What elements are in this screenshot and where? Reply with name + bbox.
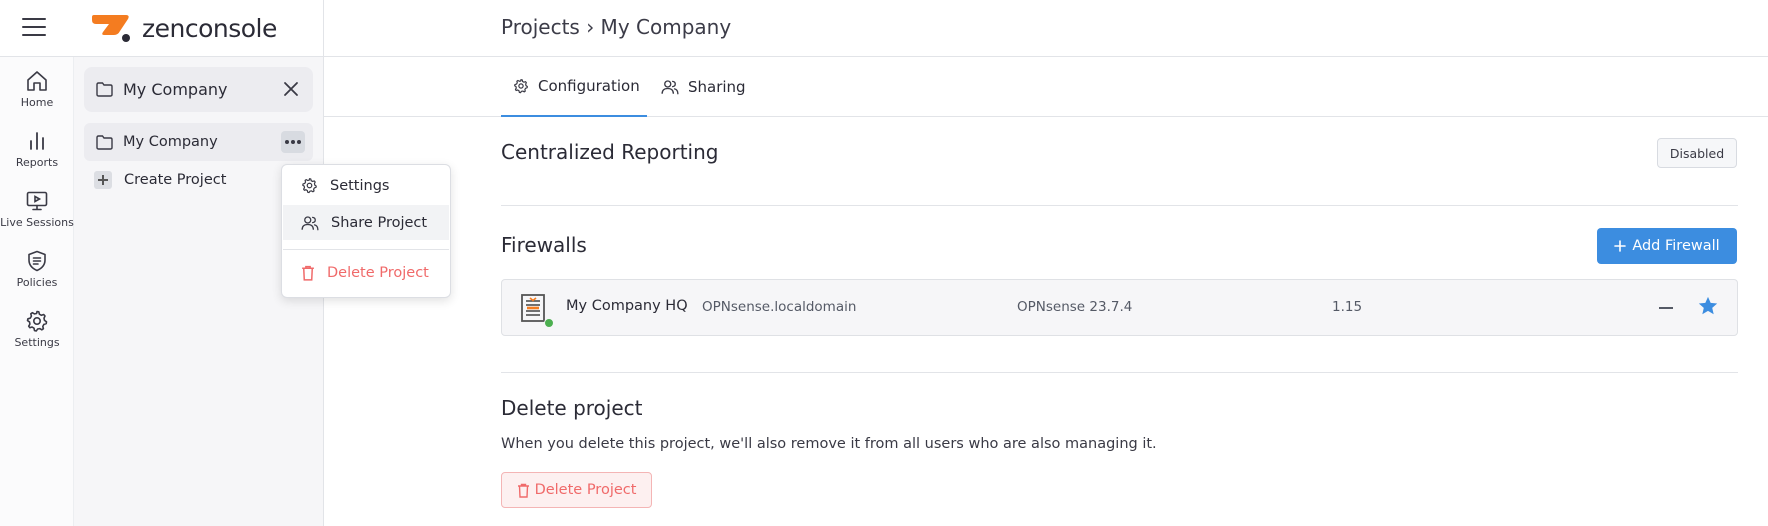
rail-item-policies[interactable]: Policies <box>0 249 74 289</box>
tab-sharing[interactable]: Sharing <box>657 57 757 117</box>
opnsense-logo-icon <box>521 294 545 322</box>
rail-label-policies: Policies <box>16 276 58 289</box>
top-bar: zenconsole Projects › My Company <box>0 0 1768 57</box>
breadcrumb: Projects › My Company <box>501 15 732 39</box>
online-status-dot <box>544 318 554 328</box>
menu-divider <box>283 249 449 250</box>
trash-icon <box>517 483 529 498</box>
project-list-item[interactable]: My Company <box>84 123 313 161</box>
project-panel-header: My Company <box>84 67 313 112</box>
menu-item-settings-label: Settings <box>330 177 390 194</box>
delete-project-description: When you delete this project, we'll also… <box>501 436 1157 452</box>
add-firewall-label: Add Firewall <box>1632 238 1720 254</box>
shield-icon <box>28 250 46 272</box>
create-project-label: Create Project <box>124 172 227 188</box>
home-icon <box>27 71 47 91</box>
delete-project-button[interactable]: Delete Project <box>501 472 652 508</box>
monitor-play-icon <box>26 191 48 211</box>
firewall-name: My Company HQ <box>566 298 688 314</box>
menu-item-delete-project-label: Delete Project <box>327 264 429 281</box>
tab-configuration-label: Configuration <box>538 77 640 95</box>
menu-item-delete-project[interactable]: Delete Project <box>283 255 449 290</box>
trash-icon <box>302 265 314 281</box>
menu-item-settings[interactable]: Settings <box>283 168 449 203</box>
folder-icon <box>96 134 113 150</box>
plus-icon <box>1614 240 1627 252</box>
tab-sharing-label: Sharing <box>688 78 746 96</box>
rail-label-settings: Settings <box>14 336 60 349</box>
gear-icon <box>514 79 528 94</box>
users-icon <box>301 215 319 230</box>
tab-bar: Configuration Sharing <box>323 57 1768 117</box>
firewalls-title: Firewalls <box>501 233 587 257</box>
hamburger-menu-icon[interactable] <box>22 18 46 38</box>
firewall-version: 1.15 <box>1332 299 1363 315</box>
nav-rail: Home Reports Live Sessions Policies Sett… <box>0 57 74 526</box>
gear-icon <box>302 178 317 194</box>
rail-label-live-sessions: Live Sessions <box>0 216 74 229</box>
plus-icon <box>94 171 112 189</box>
delete-project-title: Delete project <box>501 396 643 420</box>
reporting-title: Centralized Reporting <box>501 140 719 164</box>
minus-icon[interactable] <box>1659 307 1673 309</box>
rail-item-live-sessions[interactable]: Live Sessions <box>0 189 74 229</box>
project-context-menu: Settings Share Project Delete Project <box>281 164 451 298</box>
menu-item-share-project[interactable]: Share Project <box>283 205 449 240</box>
users-icon <box>661 80 679 95</box>
logo[interactable]: zenconsole <box>92 13 277 43</box>
rail-label-reports: Reports <box>15 156 59 169</box>
firewall-row[interactable]: My Company HQ OPNsense.localdomain OPNse… <box>501 279 1738 336</box>
reporting-status-badge[interactable]: Disabled <box>1657 138 1737 168</box>
delete-project-button-label: Delete Project <box>534 482 637 498</box>
folder-icon <box>96 82 113 97</box>
close-icon[interactable] <box>281 79 301 99</box>
bar-chart-icon <box>30 132 44 150</box>
gear-icon <box>26 310 48 332</box>
tab-configuration[interactable]: Configuration <box>501 57 647 117</box>
rail-item-settings[interactable]: Settings <box>0 309 74 349</box>
rail-item-home[interactable]: Home <box>0 69 74 109</box>
menu-item-share-project-label: Share Project <box>331 214 428 231</box>
rail-label-home: Home <box>20 96 54 109</box>
project-list-item-label: My Company <box>123 134 218 150</box>
logo-mark-icon <box>92 13 136 43</box>
project-panel-title: My Company <box>123 80 228 99</box>
star-icon[interactable] <box>1697 295 1719 317</box>
section-divider <box>501 372 1738 373</box>
section-divider <box>501 205 1738 206</box>
create-project-button[interactable]: Create Project <box>94 171 226 189</box>
firewall-os: OPNsense 23.7.4 <box>1017 299 1133 315</box>
firewall-hostname: OPNsense.localdomain <box>702 299 857 315</box>
more-options-button[interactable] <box>281 131 305 153</box>
rail-item-reports[interactable]: Reports <box>0 129 74 169</box>
add-firewall-button[interactable]: Add Firewall <box>1597 228 1737 264</box>
logo-text: zenconsole <box>142 13 277 43</box>
